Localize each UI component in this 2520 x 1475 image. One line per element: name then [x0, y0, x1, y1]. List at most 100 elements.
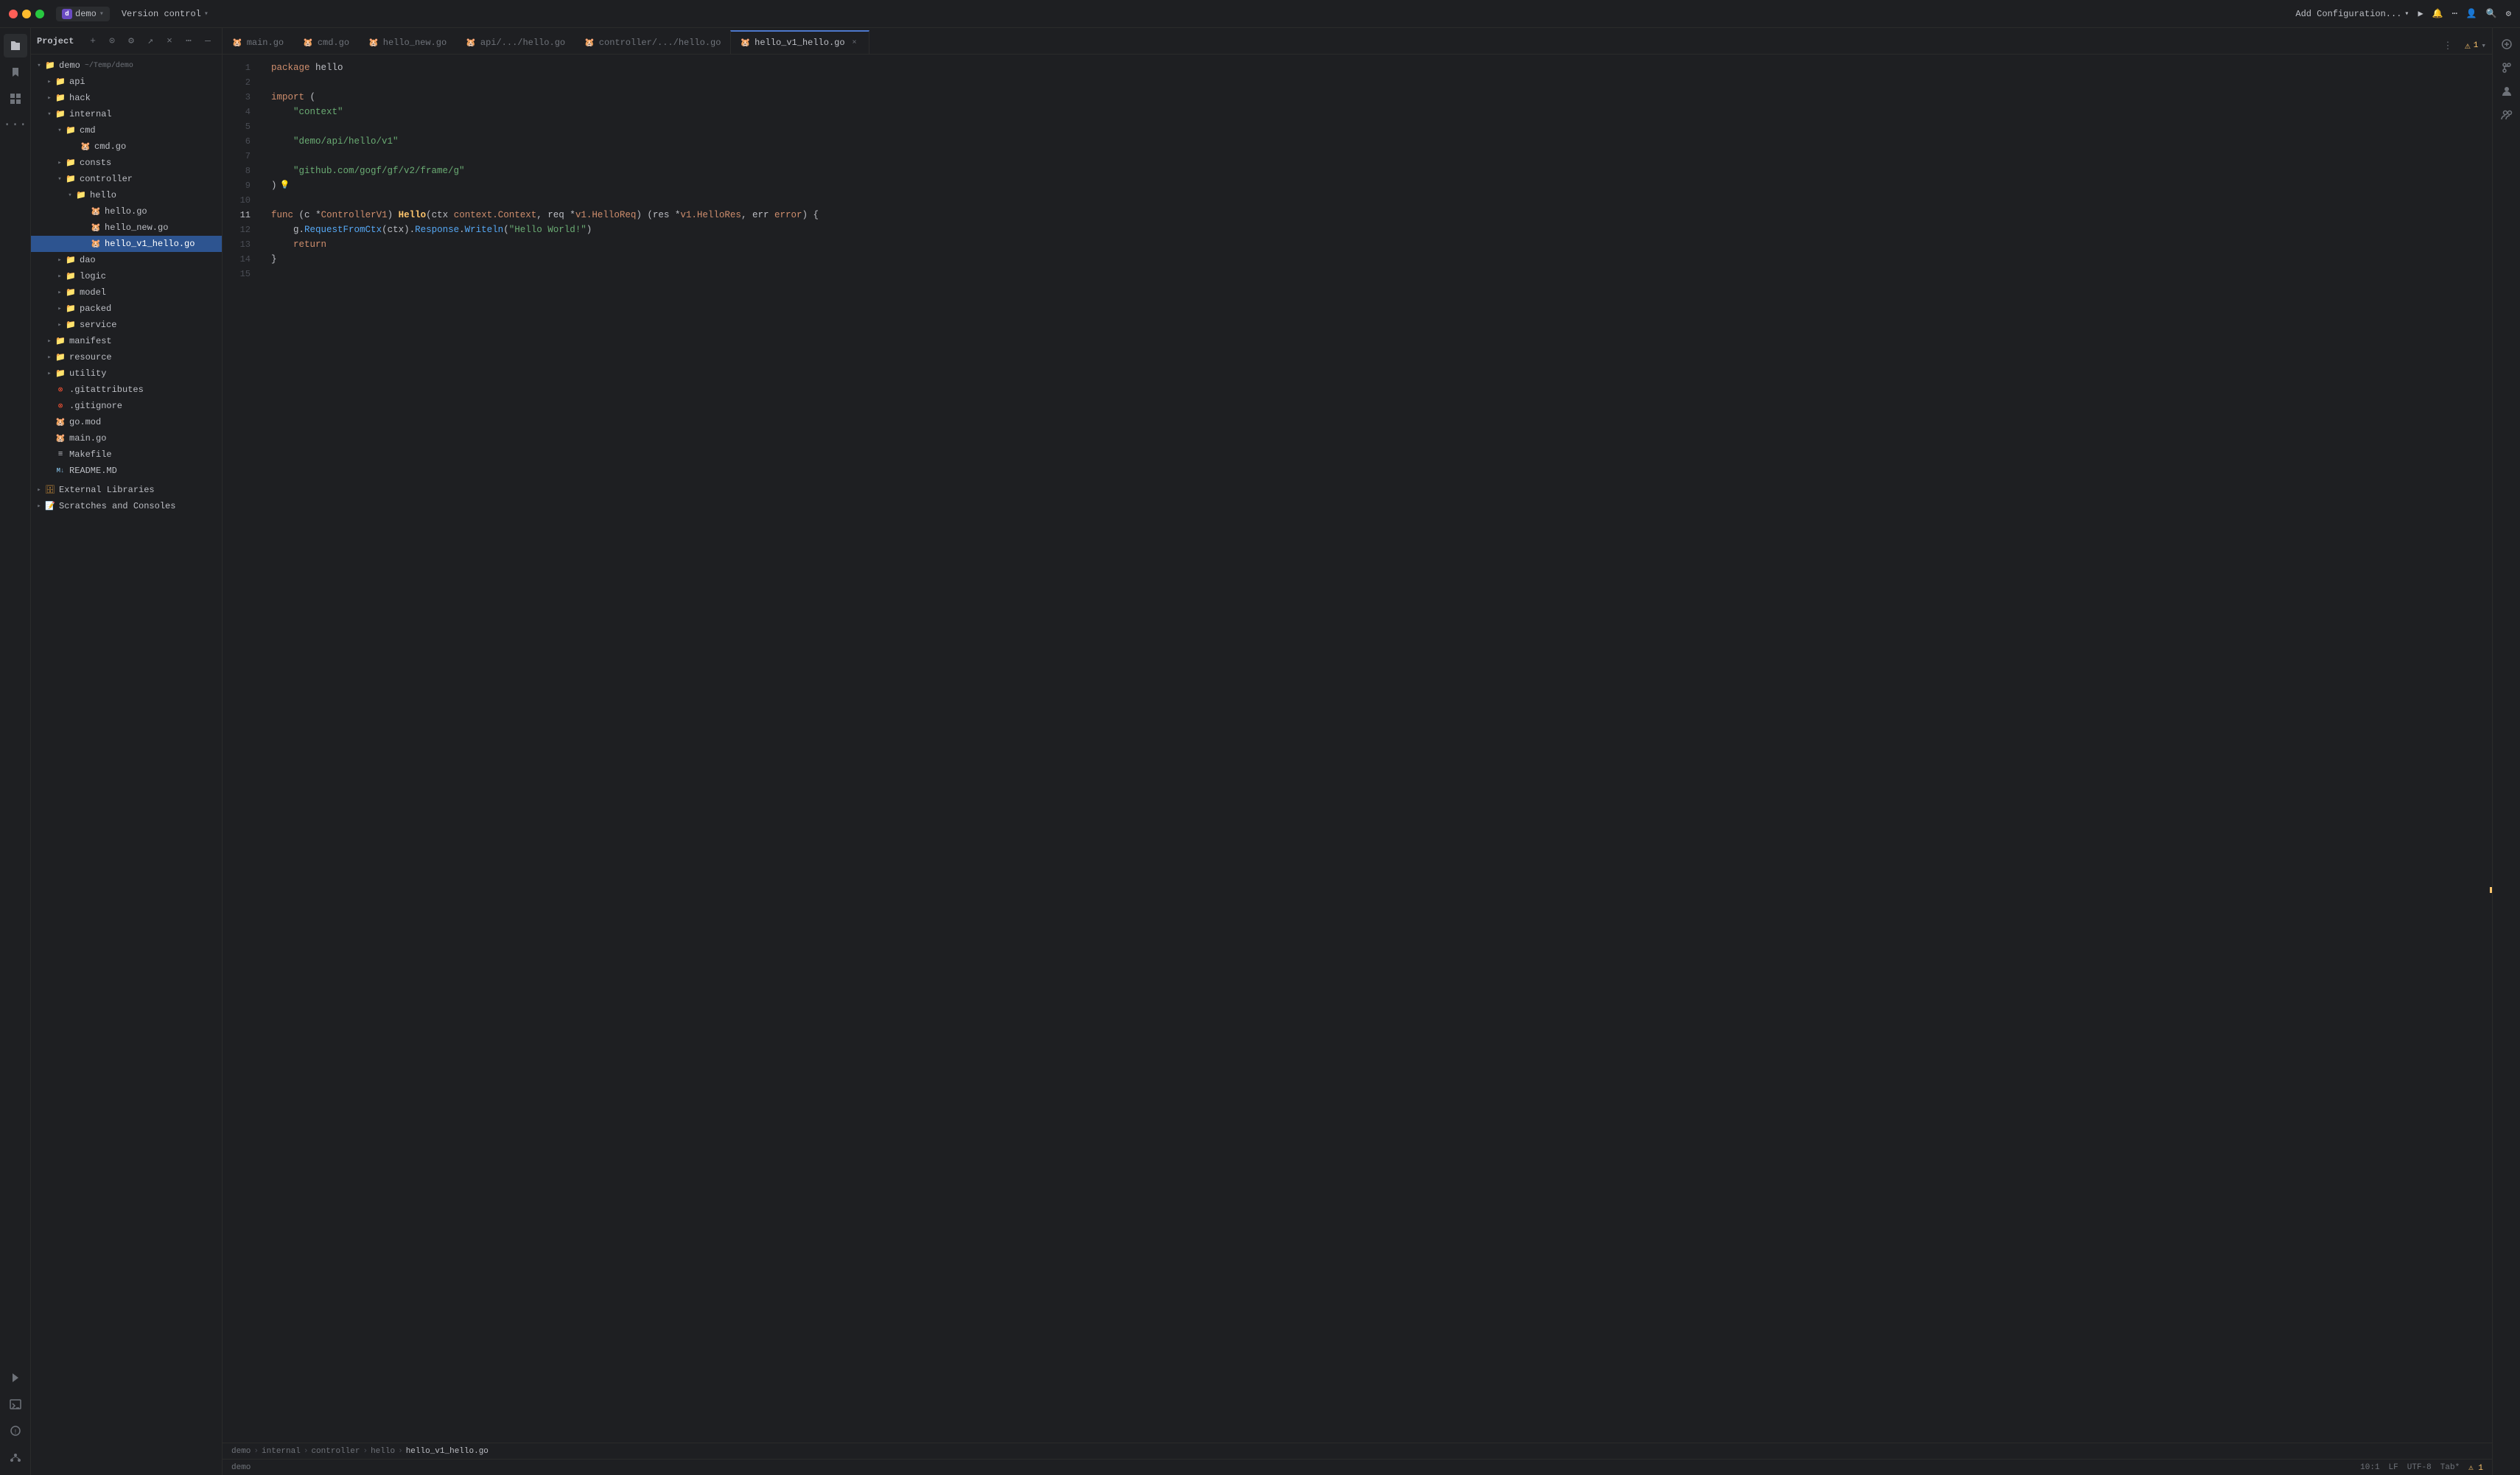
- breadcrumb-controller[interactable]: controller: [311, 1447, 360, 1456]
- tree-arrow-hello-dir: [65, 190, 75, 200]
- right-sidebar-icon-bookmarks[interactable]: [2496, 34, 2517, 55]
- tree-item-cmd[interactable]: 📁 cmd: [31, 122, 222, 139]
- code-area[interactable]: package hello import ( "context" "demo/a…: [259, 55, 2482, 1443]
- sidebar-icon-more-tools[interactable]: ···: [4, 113, 27, 137]
- tree-label-hack: hack: [69, 93, 91, 103]
- tree-item-logic[interactable]: 📁 logic: [31, 268, 222, 284]
- tree-item-consts[interactable]: 📁 consts: [31, 155, 222, 171]
- type-v1helloreq: v1.HelloReq: [575, 208, 637, 223]
- sidebar-icon-services[interactable]: [4, 1446, 27, 1469]
- tree-item-scratches[interactable]: 📝 Scratches and Consoles: [31, 498, 222, 514]
- tree-item-hack[interactable]: 📁 hack: [31, 90, 222, 106]
- panel-expand-button[interactable]: ↗: [142, 33, 158, 49]
- tree-item-controller[interactable]: 📁 controller: [31, 171, 222, 187]
- panel-close-button[interactable]: ×: [161, 33, 178, 49]
- tree-item-packed[interactable]: 📁 packed: [31, 301, 222, 317]
- tree-item-hello-new-go[interactable]: 🐹 hello_new.go: [31, 220, 222, 236]
- panel-locate-button[interactable]: ⊙: [104, 33, 120, 49]
- tree-item-main-go[interactable]: 🐹 main.go: [31, 430, 222, 446]
- tree-item-api[interactable]: 📁 api: [31, 74, 222, 90]
- warning-indicator[interactable]: ⚠ 1 ▾: [2465, 41, 2486, 52]
- minimize-button[interactable]: [22, 10, 31, 18]
- panel-minimize-button[interactable]: —: [200, 33, 216, 49]
- tree-item-external-libraries[interactable]: 🗄 External Libraries: [31, 482, 222, 498]
- sp-11g: [642, 208, 648, 223]
- maximize-button[interactable]: [35, 10, 44, 18]
- tree-item-cmd-go[interactable]: 🐹 cmd.go: [31, 139, 222, 155]
- tab-controller-hello-go[interactable]: 🐹 controller/.../hello.go: [575, 30, 730, 54]
- panel-settings-button[interactable]: ⚙: [123, 33, 139, 49]
- tree-item-hello-go[interactable]: 🐹 hello.go: [31, 203, 222, 220]
- breadcrumb-demo[interactable]: demo: [231, 1447, 251, 1456]
- tree-item-hello-v1-hello-go[interactable]: 🐹 hello_v1_hello.go: [31, 236, 222, 252]
- version-control-selector[interactable]: Version control ▾: [122, 9, 209, 19]
- breadcrumb-internal[interactable]: internal: [262, 1447, 301, 1456]
- sp-11d: [448, 208, 454, 223]
- project-name: demo: [75, 9, 97, 19]
- editor-scrollbar[interactable]: [2482, 55, 2492, 1443]
- right-sidebar-icon-users[interactable]: [2496, 81, 2517, 102]
- status-line-sep[interactable]: LF: [2389, 1463, 2398, 1472]
- tree-item-gitignore[interactable]: ⊗ .gitignore: [31, 398, 222, 414]
- tab-bar: 🐹 main.go 🐹 cmd.go 🐹 hello_new.go 🐹 api/…: [223, 28, 2492, 55]
- close-button[interactable]: [9, 10, 18, 18]
- tree-item-demo[interactable]: 📁 demo ~/Temp/demo: [31, 57, 222, 74]
- tree-item-readme[interactable]: M↓ README.MD: [31, 463, 222, 479]
- tree-label-consts: consts: [80, 158, 111, 168]
- sp-11c: [393, 208, 399, 223]
- settings-button[interactable]: ⚙: [2506, 8, 2511, 19]
- sidebar-icon-files[interactable]: [4, 34, 27, 57]
- more-button[interactable]: ⋯: [2452, 8, 2457, 19]
- sp-11h: [669, 208, 675, 223]
- add-configuration-button[interactable]: Add Configuration... ▾: [2295, 9, 2409, 19]
- status-position[interactable]: 10:1: [2360, 1463, 2379, 1472]
- tree-item-go-mod[interactable]: 🐹 go.mod: [31, 414, 222, 430]
- tree-item-makefile[interactable]: ≡ Makefile: [31, 446, 222, 463]
- punct-11b: *: [315, 208, 321, 223]
- tree-item-model[interactable]: 📁 model: [31, 284, 222, 301]
- sidebar-icon-bookmarks[interactable]: [4, 60, 27, 84]
- code-line-11: ⊙ func ( c * ControllerV1 ) Hello ( ctx …: [271, 208, 2482, 223]
- status-warnings[interactable]: ⚠ 1: [2468, 1462, 2483, 1473]
- tree-item-internal[interactable]: 📁 internal: [31, 106, 222, 122]
- status-indent[interactable]: Tab*: [2440, 1463, 2460, 1472]
- tab-hello-new-go[interactable]: 🐹 hello_new.go: [359, 30, 456, 54]
- sidebar-icon-structure[interactable]: [4, 87, 27, 111]
- breadcrumb-current-file[interactable]: hello_v1_hello.go: [406, 1447, 489, 1456]
- str-hello-world: "Hello World!": [509, 223, 587, 237]
- tree-item-manifest[interactable]: 📁 manifest: [31, 333, 222, 349]
- tab-label-controller-hello-go: controller/.../hello.go: [599, 38, 721, 48]
- sidebar-icon-terminal[interactable]: [4, 1392, 27, 1416]
- search-button[interactable]: 🔍: [2486, 8, 2497, 19]
- tree-item-resource[interactable]: 📁 resource: [31, 349, 222, 365]
- tab-main-go[interactable]: 🐹 main.go: [223, 30, 293, 54]
- run-button[interactable]: ▶: [2418, 8, 2423, 19]
- tab-cmd-go[interactable]: 🐹 cmd.go: [293, 30, 359, 54]
- folder-icon-utility: 📁: [55, 368, 66, 379]
- line-numbers: 1 2 3 4 5 6 7 8 9 10 11 12 13 14 15: [223, 55, 259, 1443]
- tree-item-dao[interactable]: 📁 dao: [31, 252, 222, 268]
- sidebar-icon-problems[interactable]: !: [4, 1419, 27, 1443]
- tree-label-hello-go: hello.go: [105, 206, 147, 217]
- tree-item-hello-dir[interactable]: 📁 hello: [31, 187, 222, 203]
- method-writeln: Writeln: [465, 223, 504, 237]
- notifications-button[interactable]: 🔔: [2432, 8, 2443, 19]
- tab-bar-more-button[interactable]: ⋮: [2440, 38, 2456, 54]
- panel-gear-button[interactable]: ⋯: [181, 33, 197, 49]
- tab-hello-v1-hello-go[interactable]: 🐹 hello_v1_hello.go ×: [730, 30, 869, 54]
- tab-icon-controller-hello-go: 🐹: [584, 38, 595, 48]
- right-sidebar-icon-collab[interactable]: [2496, 105, 2517, 125]
- panel-add-button[interactable]: +: [85, 33, 101, 49]
- status-encoding[interactable]: UTF-8: [2407, 1463, 2432, 1472]
- right-sidebar-icon-git[interactable]: [2496, 57, 2517, 78]
- tree-item-gitattributes[interactable]: ⊗ .gitattributes: [31, 382, 222, 398]
- sidebar-icon-run[interactable]: [4, 1366, 27, 1390]
- tab-api-hello-go[interactable]: 🐹 api/.../hello.go: [456, 30, 575, 54]
- tree-item-service[interactable]: 📁 service: [31, 317, 222, 333]
- tree-item-utility[interactable]: 📁 utility: [31, 365, 222, 382]
- account-button[interactable]: 👤: [2466, 8, 2477, 19]
- breadcrumb-hello[interactable]: hello: [371, 1447, 395, 1456]
- project-selector[interactable]: d demo ▾: [56, 7, 110, 21]
- tab-close-hello-v1-hello-go[interactable]: ×: [850, 38, 860, 48]
- code-line-7: [271, 149, 2482, 164]
